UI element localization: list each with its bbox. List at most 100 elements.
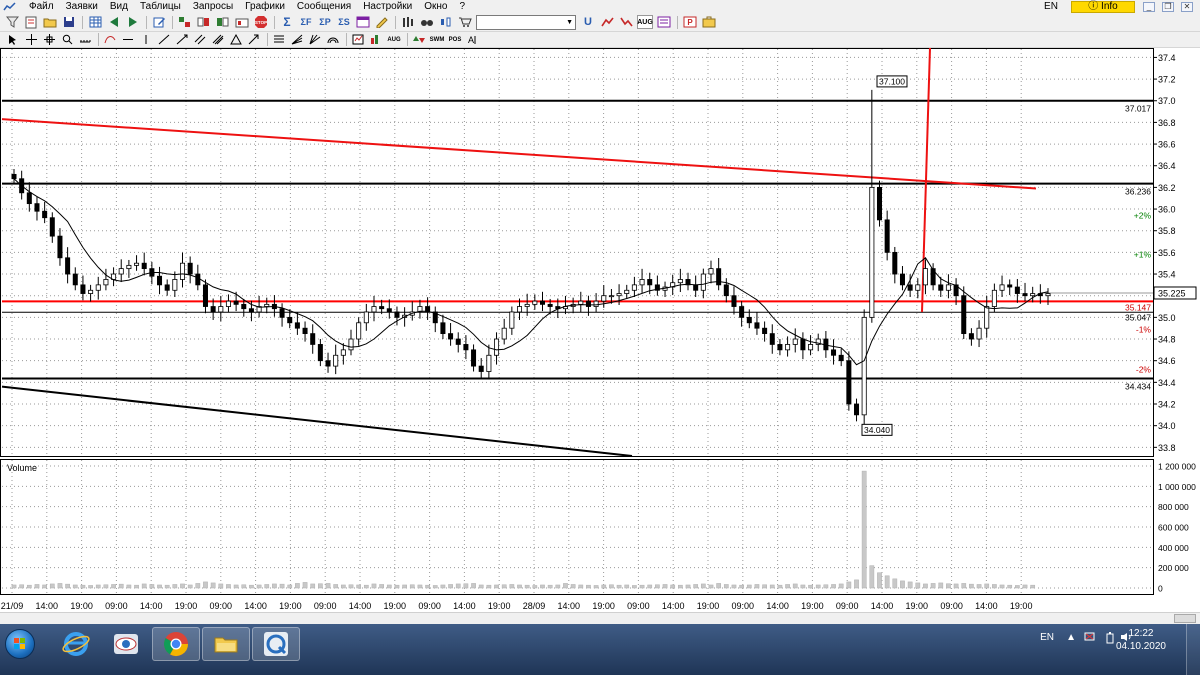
candles-icon[interactable] <box>438 15 454 29</box>
tray-expand-icon[interactable]: ▲ <box>1066 632 1076 643</box>
taskbar-file-explorer[interactable] <box>202 627 250 661</box>
arcs-icon[interactable] <box>326 34 340 46</box>
aug-button[interactable]: AUG <box>637 15 653 29</box>
zoom-icon[interactable] <box>60 34 74 46</box>
curve-icon[interactable] <box>103 34 117 46</box>
hline-icon[interactable] <box>121 34 135 46</box>
clock[interactable]: 12:22 04.10.2020 <box>1116 627 1166 653</box>
arrow-left-icon[interactable] <box>106 15 122 29</box>
chart-window[interactable]: 37.017 36.236 35.147 35.047 34.434 +2% +1% -1% -… <box>0 48 1200 612</box>
menu-window[interactable]: Окно <box>418 0 453 13</box>
sigma-button[interactable]: Σ <box>279 15 295 29</box>
battery-icon[interactable] <box>1106 632 1114 647</box>
volume-bar <box>195 583 201 589</box>
open-folder-icon[interactable] <box>42 15 58 29</box>
tray-language[interactable]: EN <box>1040 632 1054 643</box>
pencil-icon[interactable] <box>374 15 390 29</box>
new-doc-icon[interactable] <box>23 15 39 29</box>
info-button[interactable]: ⓘ Info <box>1071 0 1135 13</box>
buy-icon[interactable] <box>599 15 615 29</box>
trades-icon[interactable] <box>215 15 231 29</box>
cart-icon[interactable] <box>457 15 473 29</box>
fibonacci-icon[interactable] <box>272 34 286 46</box>
text-tool-icon[interactable]: A <box>466 34 480 46</box>
trade-markers-icon[interactable] <box>412 34 426 46</box>
calendar-icon[interactable] <box>355 15 371 29</box>
language-indicator[interactable]: EN <box>1031 1 1071 12</box>
sigma-f-button[interactable]: ΣF <box>298 15 314 29</box>
volume-bar <box>984 583 990 589</box>
edit-icon[interactable] <box>151 15 167 29</box>
arrow-icon[interactable] <box>247 34 261 46</box>
minimize-button[interactable]: _ <box>1143 1 1155 12</box>
menu-help[interactable]: ? <box>454 0 472 13</box>
cursor-icon[interactable] <box>6 34 20 46</box>
network-icon[interactable] <box>1084 632 1096 645</box>
price-chart[interactable]: 37.017 36.236 35.14735.047 34.434 +2% +1% -1% -… <box>0 48 1200 612</box>
briefcase-icon[interactable] <box>701 15 717 29</box>
ray-icon[interactable] <box>175 34 189 46</box>
filter-icon[interactable] <box>4 15 20 29</box>
volume-bar <box>992 584 997 589</box>
menu-view[interactable]: Вид <box>104 0 134 13</box>
volume-bar <box>34 584 40 589</box>
restore-button[interactable]: ❐ <box>1162 1 1174 12</box>
volume-bar <box>969 583 974 589</box>
start-button[interactable] <box>5 629 35 659</box>
sell-icon[interactable] <box>618 15 634 29</box>
pos-button[interactable]: POS <box>448 34 462 46</box>
volume-bar <box>647 584 653 589</box>
taskbar-internet-explorer[interactable] <box>52 627 100 661</box>
chart-properties-icon[interactable] <box>351 34 365 46</box>
binoculars-icon[interactable] <box>419 15 435 29</box>
parallel-lines-icon[interactable] <box>211 34 225 46</box>
scrollbar-thumb[interactable] <box>1174 614 1196 623</box>
menu-queries[interactable]: Запросы <box>187 0 239 13</box>
close-button[interactable]: ✕ <box>1181 1 1193 12</box>
sigma-s-button[interactable]: ΣS <box>336 15 352 29</box>
triangle-icon[interactable] <box>229 34 243 46</box>
show-desktop-button[interactable] <box>1186 624 1200 675</box>
taskbar-chrome[interactable] <box>152 627 200 661</box>
taskbar-app-eye[interactable] <box>102 627 150 661</box>
sigma-p-button[interactable]: ΣP <box>317 15 333 29</box>
menu-file[interactable]: Файл <box>23 0 60 13</box>
ruler-icon[interactable] <box>78 34 92 46</box>
candle-body <box>517 306 523 313</box>
crosshair-square-icon[interactable] <box>42 34 56 46</box>
taskbar-quik-terminal[interactable] <box>252 627 300 661</box>
menu-tables[interactable]: Таблицы <box>134 0 187 13</box>
time-tick-label: 19:00 <box>488 601 511 611</box>
u-button[interactable]: U <box>580 15 596 29</box>
alerts-icon[interactable]: P <box>682 15 698 29</box>
menu-messages[interactable]: Сообщения <box>291 0 357 13</box>
indicator-icon[interactable] <box>369 34 383 46</box>
channel-icon[interactable] <box>193 34 207 46</box>
news-icon[interactable] <box>656 15 672 29</box>
symbol-select[interactable]: ▼ <box>476 14 576 30</box>
vline-icon[interactable] <box>139 34 153 46</box>
candle-body <box>57 235 63 259</box>
aug-label-button[interactable]: AUG <box>387 34 401 46</box>
quotes-icon[interactable] <box>196 15 212 29</box>
trendline-icon[interactable] <box>157 34 171 46</box>
horizontal-scrollbar[interactable] <box>0 612 1200 624</box>
stop-order-icon[interactable]: STOP <box>253 15 269 29</box>
menu-charts[interactable]: Графики <box>239 0 291 13</box>
price-tick-label: 36.2 <box>1158 183 1176 193</box>
swm-button[interactable]: SWM <box>430 34 445 46</box>
order-book-icon[interactable] <box>177 15 193 29</box>
crosshair-icon[interactable] <box>24 34 38 46</box>
table-icon[interactable] <box>87 15 103 29</box>
time-tick-label: 09:00 <box>314 601 337 611</box>
save-icon[interactable] <box>61 15 77 29</box>
portfolio-icon[interactable] <box>234 15 250 29</box>
menu-orders[interactable]: Заявки <box>60 0 104 13</box>
gann-fan-icon[interactable] <box>308 34 322 46</box>
arrow-right-icon[interactable] <box>125 15 141 29</box>
bars-icon[interactable] <box>400 15 416 29</box>
volume-bar <box>241 584 247 589</box>
volume-bar <box>670 584 676 589</box>
fib-fan-icon[interactable] <box>290 34 304 46</box>
menu-settings[interactable]: Настройки <box>357 0 418 13</box>
